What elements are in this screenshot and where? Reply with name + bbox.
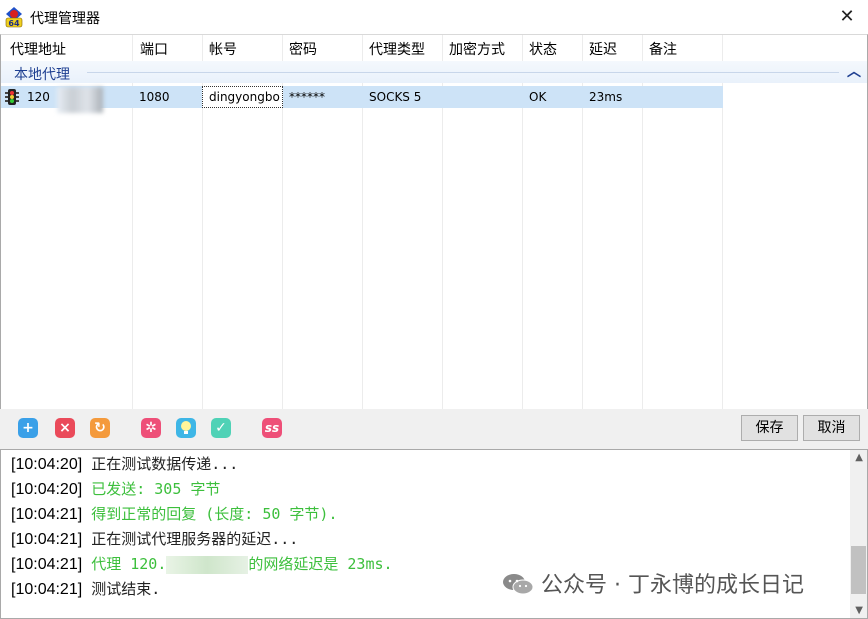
- log-message: 代理 120.: [91, 555, 167, 573]
- proxy-list[interactable]: 代理地址 端口 帐号 密码 代理类型 加密方式 状态 延迟 备注 本地代理 ︿ …: [0, 34, 868, 410]
- log-timestamp: [10:04:21]: [11, 556, 83, 573]
- traffic-light-icon: [5, 89, 19, 105]
- log-message: 测试结束.: [91, 580, 161, 598]
- refresh-icon[interactable]: ↻: [90, 418, 110, 438]
- column-header-account[interactable]: 帐号: [209, 39, 237, 59]
- column-headers: 代理地址 端口 帐号 密码 代理类型 加密方式 状态 延迟 备注: [1, 35, 867, 59]
- log-line: [10:04:20] 已发送: 305 字节: [11, 478, 220, 499]
- log-line: [10:04:20] 正在测试数据传递...: [11, 453, 238, 474]
- log-line: [10:04:21] 测试结束.: [11, 578, 160, 599]
- toolbar: + × ↻ ✲ ✓ ss 保存 取消: [0, 409, 868, 449]
- app-icon: 64: [5, 7, 23, 28]
- redacted-address: [57, 87, 103, 113]
- log-line: [10:04:21] 代理 120. 的网络延迟是 23ms.: [11, 553, 393, 574]
- cell-account: dingyongbo: [209, 90, 280, 104]
- scroll-up-icon[interactable]: ▲: [855, 452, 863, 463]
- add-icon[interactable]: +: [18, 418, 38, 438]
- column-header-address[interactable]: 代理地址: [10, 39, 66, 59]
- check-icon[interactable]: ✓: [211, 418, 231, 438]
- redacted-address: [166, 555, 249, 574]
- column-header-status[interactable]: 状态: [529, 39, 557, 59]
- settings-icon[interactable]: ✲: [141, 418, 161, 438]
- column-header-proxy-type[interactable]: 代理类型: [369, 39, 425, 59]
- cell-status: OK: [529, 90, 547, 104]
- log-message: 已发送: 305 字节: [91, 480, 221, 498]
- group-header[interactable]: 本地代理 ︿: [1, 61, 867, 83]
- cell-port: 1080: [139, 90, 170, 104]
- log-timestamp: [10:04:21]: [11, 581, 83, 598]
- collapse-icon[interactable]: ︿: [847, 61, 861, 81]
- wechat-icon: [503, 574, 534, 595]
- cell-address: 120: [27, 90, 50, 104]
- log-message: 得到正常的回复 (长度: 50 字节).: [91, 505, 338, 523]
- delete-icon[interactable]: ×: [55, 418, 75, 438]
- cancel-button[interactable]: 取消: [803, 415, 860, 441]
- log-timestamp: [10:04:20]: [11, 481, 83, 498]
- column-header-delay[interactable]: 延迟: [589, 39, 617, 59]
- svg-text:64: 64: [8, 19, 20, 28]
- log-message: 正在测试代理服务器的延迟...: [91, 530, 299, 548]
- log-message: 的网络延迟是 23ms.: [248, 555, 393, 573]
- title-bar: 64 代理管理器 ✕: [0, 0, 868, 34]
- watermark-text: 公众号 · 丁永博的成长日记: [541, 573, 804, 598]
- bulb-icon[interactable]: [176, 418, 196, 438]
- column-header-note[interactable]: 备注: [649, 39, 677, 59]
- table-row[interactable]: 120 1080 dingyongbo ****** SOCKS 5 OK 23…: [1, 86, 723, 113]
- log-timestamp: [10:04:21]: [11, 506, 83, 523]
- group-label: 本地代理: [14, 67, 70, 83]
- cell-password: ******: [289, 90, 325, 104]
- cell-delay: 23ms: [589, 90, 623, 104]
- watermark: 公众号 · 丁永博的成长日记: [502, 567, 804, 599]
- scroll-thumb[interactable]: [851, 546, 866, 594]
- cell-proxy-type: SOCKS 5: [369, 90, 422, 104]
- ss-icon[interactable]: ss: [262, 418, 282, 438]
- save-button[interactable]: 保存: [741, 415, 798, 441]
- log-line: [10:04:21] 正在测试代理服务器的延迟...: [11, 528, 298, 549]
- close-button[interactable]: ✕: [834, 4, 860, 30]
- column-header-password[interactable]: 密码: [289, 39, 317, 59]
- log-timestamp: [10:04:20]: [11, 456, 83, 473]
- log-timestamp: [10:04:21]: [11, 531, 83, 548]
- scroll-down-icon[interactable]: ▼: [855, 605, 863, 616]
- window-title: 代理管理器: [30, 11, 100, 27]
- log-line: [10:04:21] 得到正常的回复 (长度: 50 字节).: [11, 503, 337, 524]
- group-divider: [87, 72, 839, 73]
- log-scrollbar[interactable]: ▲ ▼: [850, 450, 867, 618]
- column-header-encryption[interactable]: 加密方式: [449, 39, 505, 59]
- column-header-port[interactable]: 端口: [140, 39, 168, 59]
- log-message: 正在测试数据传递...: [91, 455, 239, 473]
